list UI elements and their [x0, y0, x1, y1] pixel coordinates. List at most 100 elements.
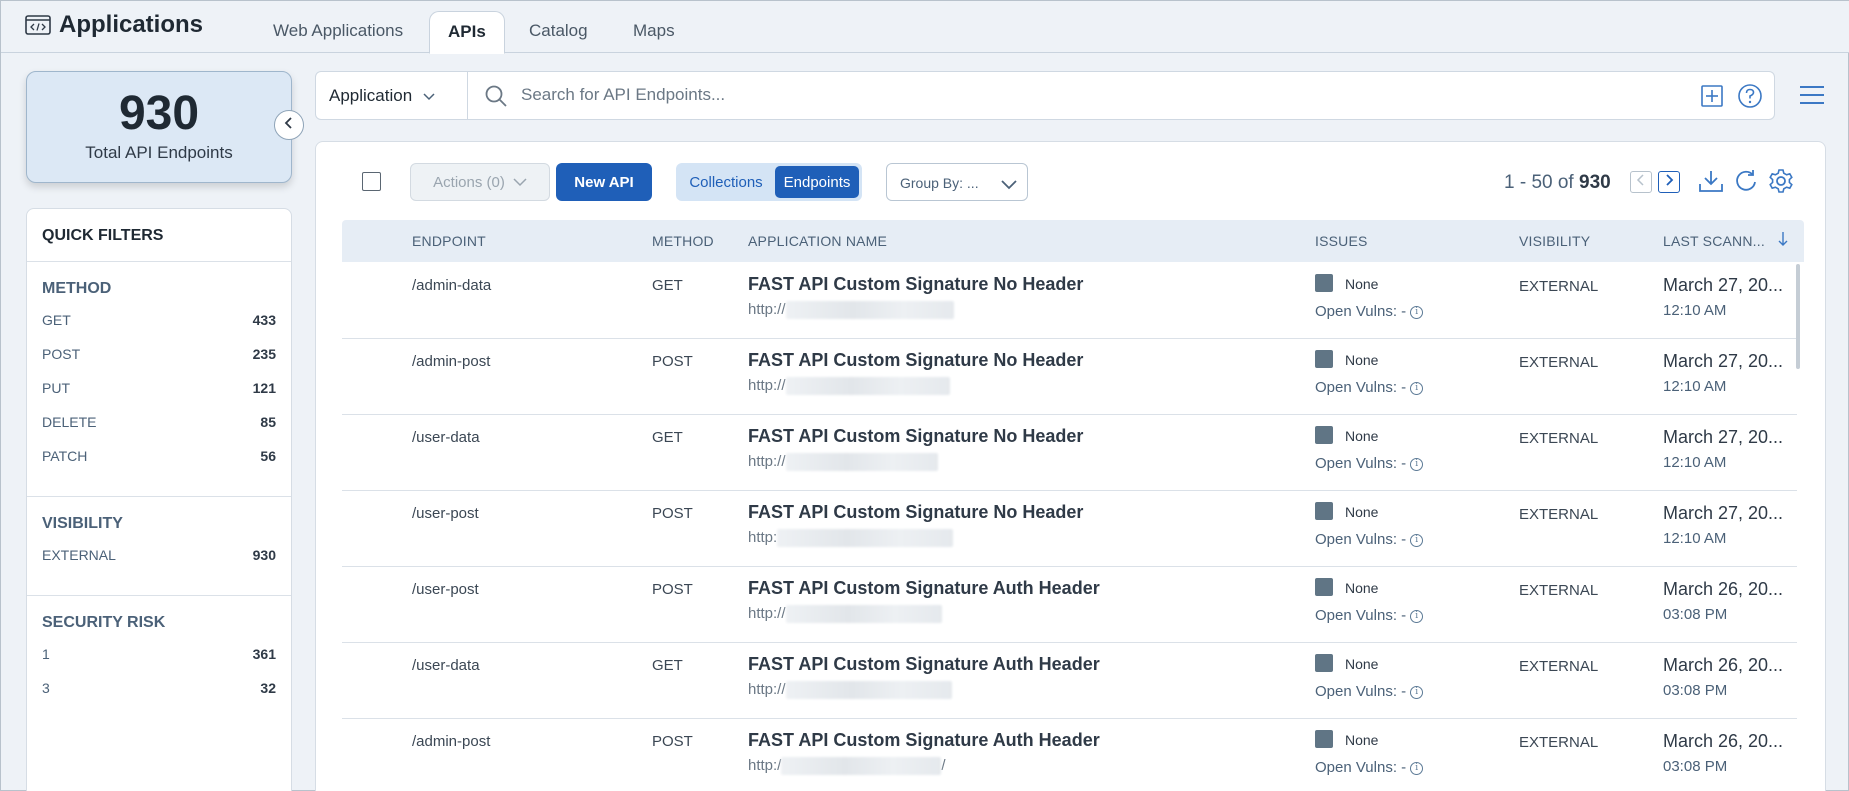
- chevron-left-icon: [1636, 173, 1646, 191]
- hamburger-menu-icon[interactable]: [1799, 85, 1825, 105]
- filter-item-risk-1[interactable]: 1 361: [42, 646, 276, 680]
- info-icon[interactable]: i: [1410, 381, 1424, 395]
- info-icon[interactable]: i: [1410, 609, 1424, 623]
- tab-apis[interactable]: APIs: [429, 11, 505, 54]
- filter-item-put[interactable]: PUT 121: [42, 380, 276, 414]
- settings-gear-icon[interactable]: [1768, 168, 1794, 194]
- filter-item-external[interactable]: EXTERNAL 930: [42, 547, 276, 581]
- endpoint-path: /user-data: [412, 657, 480, 674]
- column-method[interactable]: METHOD: [652, 233, 714, 249]
- search-scope-dropdown[interactable]: Application: [316, 72, 468, 119]
- total-endpoints-label: Total API Endpoints: [85, 143, 233, 162]
- column-issues[interactable]: ISSUES: [1315, 233, 1368, 249]
- select-all-checkbox[interactable]: [362, 172, 381, 191]
- info-icon[interactable]: i: [1410, 305, 1424, 319]
- application-name[interactable]: FAST API Custom Signature No Header: [748, 502, 1083, 523]
- filter-section-title: SECURITY RISK: [42, 614, 166, 631]
- table-row[interactable]: /user-post POST FAST API Custom Signatur…: [342, 491, 1797, 567]
- collections-view-button[interactable]: Collections: [680, 166, 772, 198]
- actions-dropdown[interactable]: Actions (0): [410, 163, 550, 201]
- scan-date: March 26, 20...: [1663, 579, 1784, 599]
- url-prefix: http://: [748, 605, 786, 622]
- search-input[interactable]: [521, 80, 1521, 110]
- download-icon[interactable]: [1698, 169, 1724, 193]
- application-name[interactable]: FAST API Custom Signature No Header: [748, 274, 1083, 295]
- pagination-info: 1 - 50 of 930: [1504, 172, 1611, 194]
- open-vulns: Open Vulns: -i: [1315, 303, 1424, 320]
- scan-date: March 27, 20...: [1663, 503, 1784, 523]
- application-url: http://: [748, 757, 946, 776]
- application-name[interactable]: FAST API Custom Signature No Header: [748, 350, 1083, 371]
- scan-time: 03:08 PM: [1663, 758, 1728, 775]
- column-visibility[interactable]: VISIBILITY: [1519, 233, 1590, 249]
- chevron-down-icon: [423, 86, 435, 105]
- application-url: http:: [748, 529, 954, 548]
- endpoint-path: /user-post: [412, 505, 479, 522]
- endpoints-view-button[interactable]: Endpoints: [775, 166, 859, 198]
- filter-item-risk-3[interactable]: 3 32: [42, 680, 276, 714]
- endpoint-path: /user-data: [412, 429, 480, 446]
- open-vulns: Open Vulns: -i: [1315, 531, 1424, 548]
- filter-label: DELETE: [42, 414, 97, 430]
- group-by-dropdown[interactable]: Group By: ...: [886, 163, 1028, 201]
- search-scope-label: Application: [329, 86, 413, 105]
- open-vulns-label: Open Vulns: -: [1315, 607, 1407, 624]
- open-vulns: Open Vulns: -i: [1315, 607, 1424, 624]
- application-url: http://: [748, 681, 952, 700]
- collapse-panel-button[interactable]: [274, 110, 304, 140]
- add-icon[interactable]: [1700, 84, 1724, 108]
- scan-time: 03:08 PM: [1663, 606, 1728, 623]
- filter-label: GET: [42, 312, 71, 328]
- redacted-url: [781, 757, 942, 776]
- issues-status: None: [1345, 580, 1379, 596]
- refresh-icon[interactable]: [1734, 169, 1758, 193]
- search-bar: Application: [315, 71, 1775, 120]
- url-prefix: http://: [748, 301, 786, 318]
- tab-maps[interactable]: Maps: [633, 21, 675, 41]
- application-name[interactable]: FAST API Custom Signature No Header: [748, 426, 1083, 447]
- issue-status-swatch: [1315, 578, 1333, 596]
- info-icon[interactable]: i: [1410, 761, 1424, 775]
- filter-item-get[interactable]: GET 433: [42, 312, 276, 346]
- endpoint-path: /admin-data: [412, 277, 492, 294]
- application-name[interactable]: FAST API Custom Signature Auth Header: [748, 730, 1100, 751]
- column-last-scanned[interactable]: LAST SCANN...: [1663, 233, 1765, 249]
- quick-filters-title: QUICK FILTERS: [27, 209, 291, 262]
- visibility: EXTERNAL: [1519, 506, 1599, 523]
- table-row[interactable]: /user-data GET FAST API Custom Signature…: [342, 643, 1797, 719]
- filter-label: POST: [42, 346, 81, 362]
- filter-item-post[interactable]: POST 235: [42, 346, 276, 380]
- column-application-name[interactable]: APPLICATION NAME: [748, 233, 887, 249]
- tab-catalog[interactable]: Catalog: [529, 21, 588, 41]
- filter-item-patch[interactable]: PATCH 56: [42, 448, 276, 482]
- prev-page-button[interactable]: [1630, 171, 1652, 193]
- application-name[interactable]: FAST API Custom Signature Auth Header: [748, 654, 1100, 675]
- sort-arrow-down-icon[interactable]: [1778, 231, 1788, 250]
- table-row[interactable]: /admin-post POST FAST API Custom Signatu…: [342, 719, 1797, 791]
- scan-date: March 27, 20...: [1663, 275, 1784, 295]
- issues-status: None: [1345, 732, 1379, 748]
- filter-item-delete[interactable]: DELETE 85: [42, 414, 276, 448]
- code-window-icon: [25, 14, 51, 36]
- redacted-url: [785, 605, 942, 624]
- info-icon[interactable]: i: [1410, 533, 1424, 547]
- help-icon[interactable]: [1737, 83, 1763, 109]
- table-row[interactable]: /admin-post POST FAST API Custom Signatu…: [342, 339, 1797, 415]
- method: POST: [652, 581, 693, 598]
- filter-count: 56: [260, 448, 276, 464]
- column-endpoint[interactable]: ENDPOINT: [412, 233, 486, 249]
- method: GET: [652, 657, 683, 674]
- new-api-button[interactable]: New API: [556, 163, 652, 201]
- info-icon[interactable]: i: [1410, 457, 1424, 471]
- info-icon[interactable]: i: [1410, 685, 1424, 699]
- tab-web-applications[interactable]: Web Applications: [273, 21, 403, 41]
- open-vulns-label: Open Vulns: -: [1315, 759, 1407, 776]
- table-scrollbar[interactable]: [1796, 264, 1800, 369]
- table-row[interactable]: /user-post POST FAST API Custom Signatur…: [342, 567, 1797, 643]
- table-row[interactable]: /user-data GET FAST API Custom Signature…: [342, 415, 1797, 491]
- next-page-button[interactable]: [1658, 171, 1680, 193]
- table-row[interactable]: /admin-data GET FAST API Custom Signatur…: [342, 263, 1797, 339]
- visibility: EXTERNAL: [1519, 278, 1599, 295]
- chevron-left-icon: [283, 116, 295, 135]
- application-name[interactable]: FAST API Custom Signature Auth Header: [748, 578, 1100, 599]
